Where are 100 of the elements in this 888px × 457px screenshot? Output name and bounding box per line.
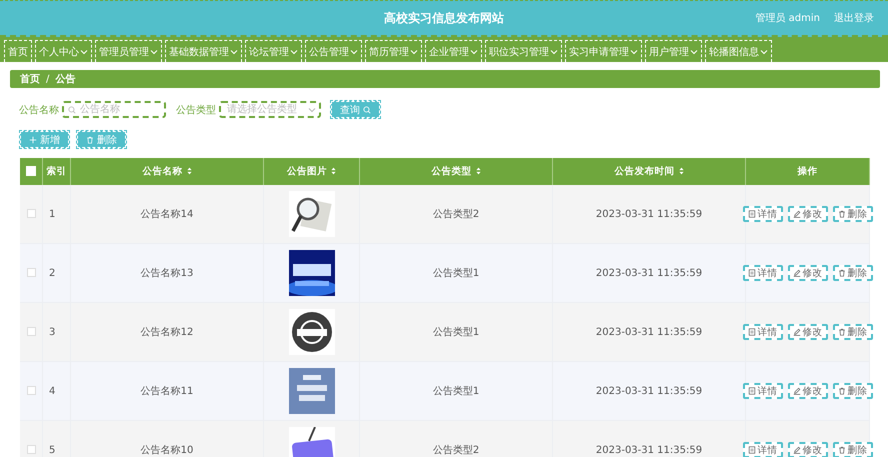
checkbox[interactable]: [26, 445, 36, 454]
nav-menu-item[interactable]: 职位实习管理: [485, 40, 562, 62]
caret-icon: [290, 48, 298, 56]
document-icon: [748, 210, 756, 218]
trash-icon: [838, 210, 846, 218]
sort-icon: [678, 167, 684, 175]
caret-icon: [150, 48, 158, 56]
nav-menu-item[interactable]: 公告管理: [305, 40, 362, 62]
nav-menu-item[interactable]: 论坛管理: [245, 40, 302, 62]
edit-button[interactable]: 修改: [788, 383, 828, 399]
table-cell: 公告类型1: [432, 327, 480, 338]
table-cell: 公告类型1: [432, 386, 480, 397]
detail-button[interactable]: 详情: [742, 265, 782, 281]
pencil-icon: [792, 387, 800, 395]
filter-label: 公告名称: [19, 104, 59, 116]
document-icon: [748, 328, 756, 336]
caret-icon: [350, 48, 358, 56]
pencil-icon: [792, 328, 800, 336]
table-cell: 2023-03-31 11:35:59: [596, 268, 702, 278]
table-cell: 公告名称13: [140, 268, 194, 279]
nav-menu-item[interactable]: 个人中心: [35, 40, 92, 62]
search-button[interactable]: 查询: [331, 101, 380, 118]
nav-menu-item[interactable]: 管理员管理: [95, 40, 162, 62]
sort-icon: [186, 167, 192, 175]
table-cell: 公告类型2: [432, 209, 480, 220]
add-button[interactable]: 新增: [20, 131, 69, 148]
table-cell: 2: [49, 268, 56, 278]
delete-button[interactable]: 删除: [832, 383, 872, 399]
sort-icon: [331, 167, 336, 175]
table-cell: 4: [49, 386, 56, 396]
caret-icon: [760, 48, 768, 56]
nav-menu-item[interactable]: 企业管理: [425, 40, 482, 62]
delete-button[interactable]: 删除: [832, 206, 872, 222]
checkbox[interactable]: [26, 386, 36, 396]
search-icon: [68, 106, 76, 114]
breadcrumb-link[interactable]: 公告: [55, 72, 76, 86]
detail-button[interactable]: 详情: [742, 206, 782, 222]
caret-icon: [630, 48, 638, 56]
breadcrumb-link[interactable]: 首页: [20, 72, 40, 86]
table-cell: 2023-03-31 11:35:59: [596, 208, 702, 220]
nav-menu-item[interactable]: 用户管理: [645, 40, 702, 62]
trash-icon: [86, 136, 94, 144]
checkbox[interactable]: [26, 327, 36, 336]
select-field[interactable]: 请选择公告类型: [219, 101, 321, 118]
pencil-icon: [792, 446, 800, 454]
table-cell: 2023-03-31 11:35:59: [596, 444, 702, 456]
edit-button[interactable]: 修改: [788, 206, 828, 222]
user-name: 管理员 admin: [755, 12, 820, 25]
table-cell: 公告名称12: [140, 327, 194, 338]
edit-button[interactable]: 修改: [788, 442, 828, 457]
delete-button[interactable]: 删除: [77, 131, 126, 148]
logout-link[interactable]: 退出登录: [834, 11, 874, 25]
table-cell: 公告名称14: [140, 209, 194, 220]
detail-button[interactable]: 详情: [742, 324, 782, 340]
search-icon: [363, 106, 371, 114]
checkbox[interactable]: [26, 268, 36, 278]
caret-icon: [550, 48, 558, 56]
table-cell: 公告名称10: [140, 445, 194, 456]
nav-menu-item[interactable]: 简历管理: [365, 40, 422, 62]
document-icon: [748, 269, 756, 277]
detail-button[interactable]: 详情: [742, 383, 782, 399]
document-icon: [748, 387, 756, 395]
sort-icon: [476, 167, 480, 175]
document-icon: [748, 446, 756, 454]
plus-icon: [29, 136, 37, 144]
table-cell: 2023-03-31 11:35:59: [596, 386, 702, 396]
pencil-icon: [792, 269, 800, 277]
edit-button[interactable]: 修改: [788, 265, 828, 281]
delete-button[interactable]: 删除: [832, 265, 872, 281]
nav-menu-item[interactable]: 轮播图信息: [705, 40, 772, 62]
table-cell: 1: [49, 208, 56, 220]
caret-icon: [470, 48, 478, 56]
caret-icon: [690, 48, 698, 56]
caret-icon: [80, 48, 88, 56]
filter-label: 公告类型: [176, 104, 216, 116]
detail-button[interactable]: 详情: [742, 442, 782, 457]
table-cell: 公告类型2: [432, 445, 480, 456]
checkbox[interactable]: [26, 209, 36, 218]
site-title: 高校实习信息发布网站: [384, 10, 504, 26]
table-cell: 公告名称11: [140, 386, 194, 397]
edit-button[interactable]: 修改: [788, 324, 828, 340]
nav-menu-item[interactable]: 实习申请管理: [565, 40, 642, 62]
nav-menu-item[interactable]: 基础数据管理: [165, 40, 242, 62]
pencil-icon: [792, 210, 800, 218]
table-cell: 5: [49, 444, 56, 456]
breadcrumb-separator: /: [46, 74, 50, 84]
caret-icon: [410, 48, 418, 56]
delete-button[interactable]: 删除: [832, 442, 872, 457]
input-field[interactable]: 公告名称: [62, 101, 166, 118]
nav-menu-item[interactable]: 首页: [4, 40, 32, 62]
table-cell: 公告类型1: [432, 268, 480, 279]
delete-button[interactable]: 删除: [832, 324, 872, 340]
trash-icon: [838, 387, 846, 395]
trash-icon: [838, 269, 846, 277]
caret-icon: [308, 106, 316, 114]
table-cell: 2023-03-31 11:35:59: [596, 326, 702, 338]
caret-icon: [230, 48, 238, 56]
trash-icon: [838, 446, 846, 454]
table-cell: 3: [49, 326, 56, 338]
trash-icon: [838, 328, 846, 336]
